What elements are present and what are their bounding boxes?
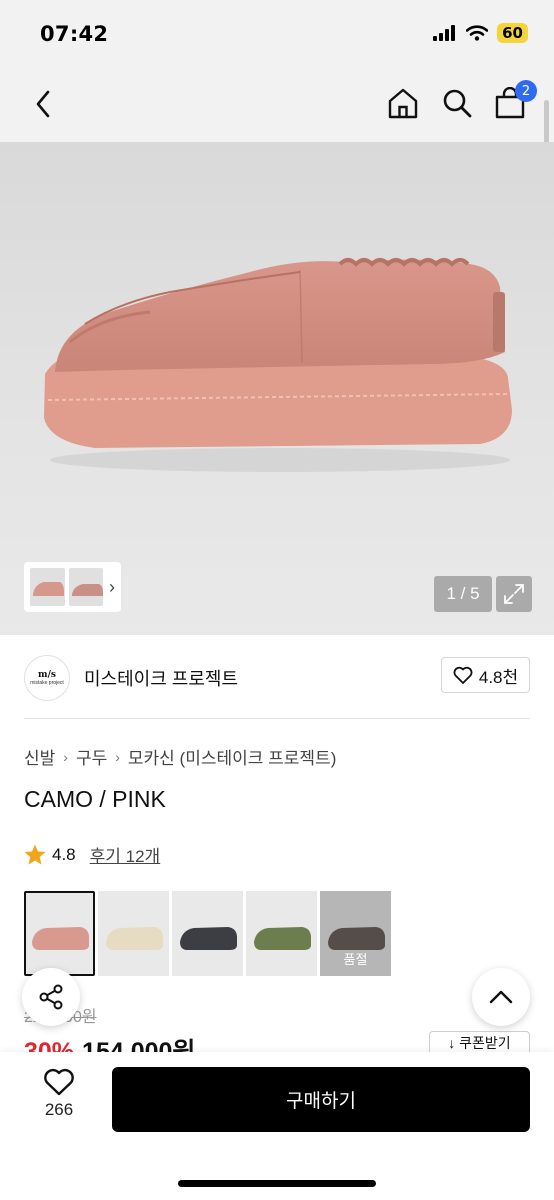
share-icon bbox=[39, 984, 63, 1010]
clock: 07:42 bbox=[40, 22, 109, 46]
search-icon bbox=[443, 89, 472, 118]
home-icon bbox=[388, 88, 418, 119]
signal-icon bbox=[433, 25, 456, 41]
chevron-right-icon: › bbox=[63, 748, 68, 765]
gallery-thumbnail-strip[interactable]: › bbox=[24, 562, 121, 612]
product-title: CAMO / PINK bbox=[24, 786, 166, 812]
price-row: 30% 154,000원 bbox=[24, 1032, 424, 1052]
rating-value: 4.8 bbox=[52, 844, 76, 864]
color-options: 품절 bbox=[24, 891, 391, 976]
battery-level: 60 bbox=[497, 23, 528, 43]
search-button[interactable] bbox=[438, 84, 476, 122]
review-count-link[interactable]: 후기 12개 bbox=[90, 842, 161, 867]
cart-button[interactable]: 2 bbox=[491, 80, 537, 122]
cart-count-badge: 2 bbox=[515, 80, 537, 102]
product-image-gallery[interactable]: › 1 / 5 bbox=[0, 142, 554, 635]
breadcrumb-item[interactable]: 모카신 (미스테이크 프로젝트) bbox=[128, 744, 336, 769]
heart-icon bbox=[44, 1068, 74, 1096]
coupon-button[interactable]: ↓ 쿠폰받기 bbox=[429, 1031, 530, 1053]
brand-row: m/s mistake project 미스테이크 프로젝트 4.8천 bbox=[24, 653, 530, 701]
breadcrumb-item[interactable]: 신발 bbox=[24, 744, 55, 769]
breadcrumb: 신발 › 구두 › 모카신 (미스테이크 프로젝트) bbox=[24, 744, 336, 769]
sale-price: 154,000원 bbox=[82, 1038, 196, 1052]
wifi-icon bbox=[466, 25, 489, 41]
home-indicator bbox=[178, 1180, 376, 1187]
brand-logo-text: m/s bbox=[38, 670, 56, 680]
gallery-thumbnail[interactable] bbox=[68, 568, 103, 606]
home-button[interactable] bbox=[384, 84, 422, 122]
top-nav-bar: 2 bbox=[0, 70, 554, 142]
share-button[interactable] bbox=[22, 968, 80, 1026]
divider bbox=[24, 718, 530, 719]
chevron-right-icon[interactable]: › bbox=[109, 577, 115, 598]
chevron-left-icon bbox=[36, 90, 50, 118]
brand-like-count: 4.8천 bbox=[478, 667, 519, 687]
gallery-thumbnail[interactable] bbox=[30, 568, 65, 606]
back-button[interactable] bbox=[28, 86, 58, 122]
color-option-cream[interactable] bbox=[98, 891, 169, 976]
scroll-to-top-button[interactable] bbox=[472, 968, 530, 1026]
heart-icon bbox=[453, 666, 473, 684]
buy-button[interactable]: 구매하기 bbox=[112, 1067, 530, 1132]
fullscreen-button[interactable] bbox=[496, 576, 532, 612]
shoe-swatch-image bbox=[253, 926, 311, 950]
shoe-thumbnail-image bbox=[33, 582, 64, 596]
brand-name[interactable]: 미스테이크 프로젝트 bbox=[84, 665, 238, 691]
chevron-right-icon: › bbox=[115, 748, 120, 765]
status-bar: 07:42 60 bbox=[0, 0, 554, 70]
shoe-swatch-image bbox=[31, 926, 89, 950]
brand-like-button[interactable]: 4.8천 bbox=[441, 657, 530, 693]
bottom-action-bar: 266 구매하기 bbox=[0, 1052, 554, 1200]
color-option-charcoal[interactable] bbox=[172, 891, 243, 976]
rating-row: 4.8 후기 12개 bbox=[24, 842, 160, 867]
breadcrumb-item[interactable]: 구두 bbox=[76, 744, 107, 769]
sold-out-label: 품절 bbox=[320, 891, 391, 976]
shoe-thumbnail-image bbox=[71, 584, 103, 596]
shoe-swatch-image bbox=[179, 926, 237, 950]
color-option-pink[interactable] bbox=[24, 891, 95, 976]
star-icon bbox=[24, 844, 46, 865]
status-icons: 60 bbox=[433, 23, 528, 43]
expand-icon bbox=[504, 584, 524, 604]
color-option-khaki[interactable] bbox=[246, 891, 317, 976]
color-option-brown[interactable]: 품절 bbox=[320, 891, 391, 976]
chevron-up-icon bbox=[489, 990, 513, 1004]
discount-rate: 30% bbox=[24, 1038, 75, 1052]
brand-logo-subtext: mistake project bbox=[30, 680, 64, 686]
brand-logo[interactable]: m/s mistake project bbox=[24, 655, 70, 701]
shoe-swatch-image bbox=[105, 926, 163, 950]
wishlist-count: 266 bbox=[44, 1100, 74, 1119]
image-counter: 1 / 5 bbox=[434, 576, 492, 612]
wishlist-button[interactable]: 266 bbox=[30, 1068, 88, 1120]
